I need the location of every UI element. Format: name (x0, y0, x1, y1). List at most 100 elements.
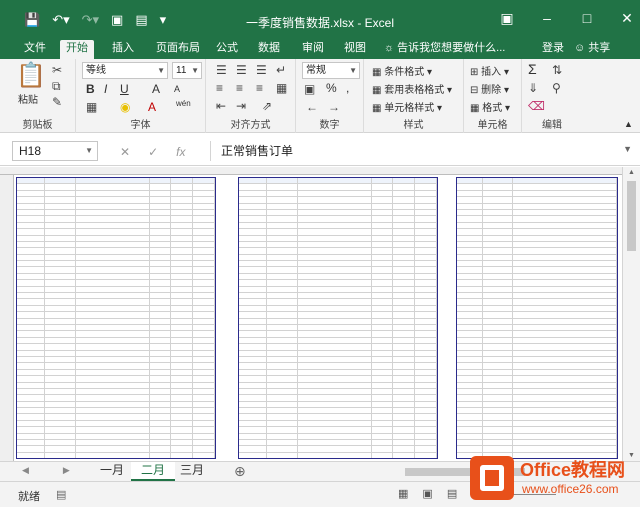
grid-cell[interactable] (298, 344, 372, 350)
grid-cell[interactable] (150, 312, 172, 318)
grid-cell[interactable] (76, 395, 150, 401)
grid-cell[interactable] (415, 452, 437, 458)
grid-cell[interactable] (239, 369, 267, 376)
grid-cell[interactable] (193, 209, 215, 216)
grid-cell[interactable] (150, 376, 172, 382)
grid-cell[interactable] (76, 209, 150, 216)
grid-cell[interactable] (171, 420, 194, 427)
grid-cell[interactable] (457, 427, 483, 433)
format-as-table-button[interactable]: ▦ 套用表格格式 ▾ (372, 81, 452, 96)
grid-cell[interactable] (457, 248, 483, 254)
grid-cell[interactable] (483, 427, 513, 433)
grid-cell[interactable] (393, 395, 416, 401)
grid-cell[interactable] (372, 382, 394, 388)
grid-cell[interactable] (76, 401, 150, 408)
grid-cell[interactable] (150, 286, 172, 293)
grid-cell[interactable] (150, 446, 172, 452)
grid-cell[interactable] (372, 203, 394, 209)
grid-cell[interactable] (150, 382, 172, 388)
grid-cell[interactable] (17, 254, 45, 261)
grid-cell[interactable] (267, 216, 299, 222)
indent-increase-icon[interactable]: ⇥ (236, 99, 246, 113)
grid-cell[interactable] (393, 267, 416, 273)
grid-cell[interactable] (267, 184, 299, 190)
grid-cell[interactable] (298, 440, 372, 446)
grid-cell[interactable] (415, 273, 437, 280)
grid-cell[interactable] (267, 356, 299, 363)
grid-cell[interactable] (298, 324, 372, 331)
format-painter-icon[interactable]: ✎ (52, 95, 62, 109)
grid-cell[interactable] (76, 254, 150, 261)
merge-icon[interactable]: ▦ (276, 81, 287, 95)
grid-cell[interactable] (393, 216, 416, 222)
grid-cell[interactable] (45, 203, 77, 209)
grid-cell[interactable] (457, 337, 483, 344)
grid-cell[interactable] (372, 427, 394, 433)
grid-cell[interactable] (513, 363, 617, 369)
grid-cell[interactable] (267, 293, 299, 299)
grid-cell[interactable] (193, 299, 215, 305)
grid-cell[interactable] (457, 241, 483, 248)
grid-cell[interactable] (513, 305, 617, 312)
grid-cell[interactable] (298, 248, 372, 254)
collapse-ribbon-icon[interactable]: ▲ (624, 119, 633, 129)
print-page-2[interactable] (238, 177, 438, 459)
grid-cell[interactable] (239, 376, 267, 382)
grid-cell[interactable] (393, 433, 416, 440)
grid-cell[interactable] (457, 197, 483, 203)
grid-cell[interactable] (17, 440, 45, 446)
grid-cell[interactable] (171, 433, 194, 440)
grid-cell[interactable] (193, 369, 215, 376)
grid-cell[interactable] (267, 369, 299, 376)
grid-cell[interactable] (415, 331, 437, 337)
grid-cell[interactable] (171, 427, 194, 433)
vertical-scrollbar[interactable]: ▲ ▼ (622, 167, 640, 461)
grid-cell[interactable] (513, 331, 617, 337)
grid-cell[interactable] (45, 241, 77, 248)
grid-cell[interactable] (150, 337, 172, 344)
grid-cell[interactable] (193, 178, 215, 184)
grid-cell[interactable] (45, 433, 77, 440)
grid-cell[interactable] (513, 446, 617, 452)
grid-cell[interactable] (150, 427, 172, 433)
grid-cell[interactable] (17, 286, 45, 293)
grid-cell[interactable] (372, 273, 394, 280)
grid-cell[interactable] (415, 203, 437, 209)
decimal-increase-icon[interactable]: ← (306, 100, 318, 114)
grid-cell[interactable] (513, 241, 617, 248)
grid-cell[interactable] (45, 369, 77, 376)
grid-cell[interactable] (171, 369, 194, 376)
grid-cell[interactable] (372, 305, 394, 312)
grid-cell[interactable] (45, 452, 77, 458)
grid-cell[interactable] (483, 401, 513, 408)
grid-cell[interactable] (393, 337, 416, 344)
grid-cell[interactable] (76, 261, 150, 267)
grid-cell[interactable] (513, 197, 617, 203)
sheet-tab-january[interactable]: 一月 (90, 462, 134, 481)
grid-cell[interactable] (171, 350, 194, 356)
grid-cell[interactable] (17, 350, 45, 356)
grid-cell[interactable] (415, 209, 437, 216)
grid-cell[interactable] (17, 344, 45, 350)
grid-cell[interactable] (193, 203, 215, 209)
grid-cell[interactable] (393, 254, 416, 261)
grid-cell[interactable] (372, 286, 394, 293)
grid-cell[interactable] (298, 395, 372, 401)
grid-cell[interactable] (415, 254, 437, 261)
grid-cell[interactable] (393, 229, 416, 235)
grid-cell[interactable] (393, 408, 416, 414)
grid-cell[interactable] (513, 312, 617, 318)
grid-cell[interactable] (483, 222, 513, 229)
grid-cell[interactable] (393, 388, 416, 395)
grid-cell[interactable] (513, 433, 617, 440)
grid-cell[interactable] (17, 408, 45, 414)
share-button[interactable]: ☺ 共享 (574, 40, 610, 57)
italic-button[interactable]: I (104, 82, 107, 96)
grid-cell[interactable] (415, 344, 437, 350)
grid-cell[interactable] (457, 254, 483, 261)
grid-cell[interactable] (415, 440, 437, 446)
grid-cell[interactable] (193, 261, 215, 267)
grid-cell[interactable] (17, 190, 45, 197)
grid-cell[interactable] (17, 356, 45, 363)
grid-cell[interactable] (171, 401, 194, 408)
